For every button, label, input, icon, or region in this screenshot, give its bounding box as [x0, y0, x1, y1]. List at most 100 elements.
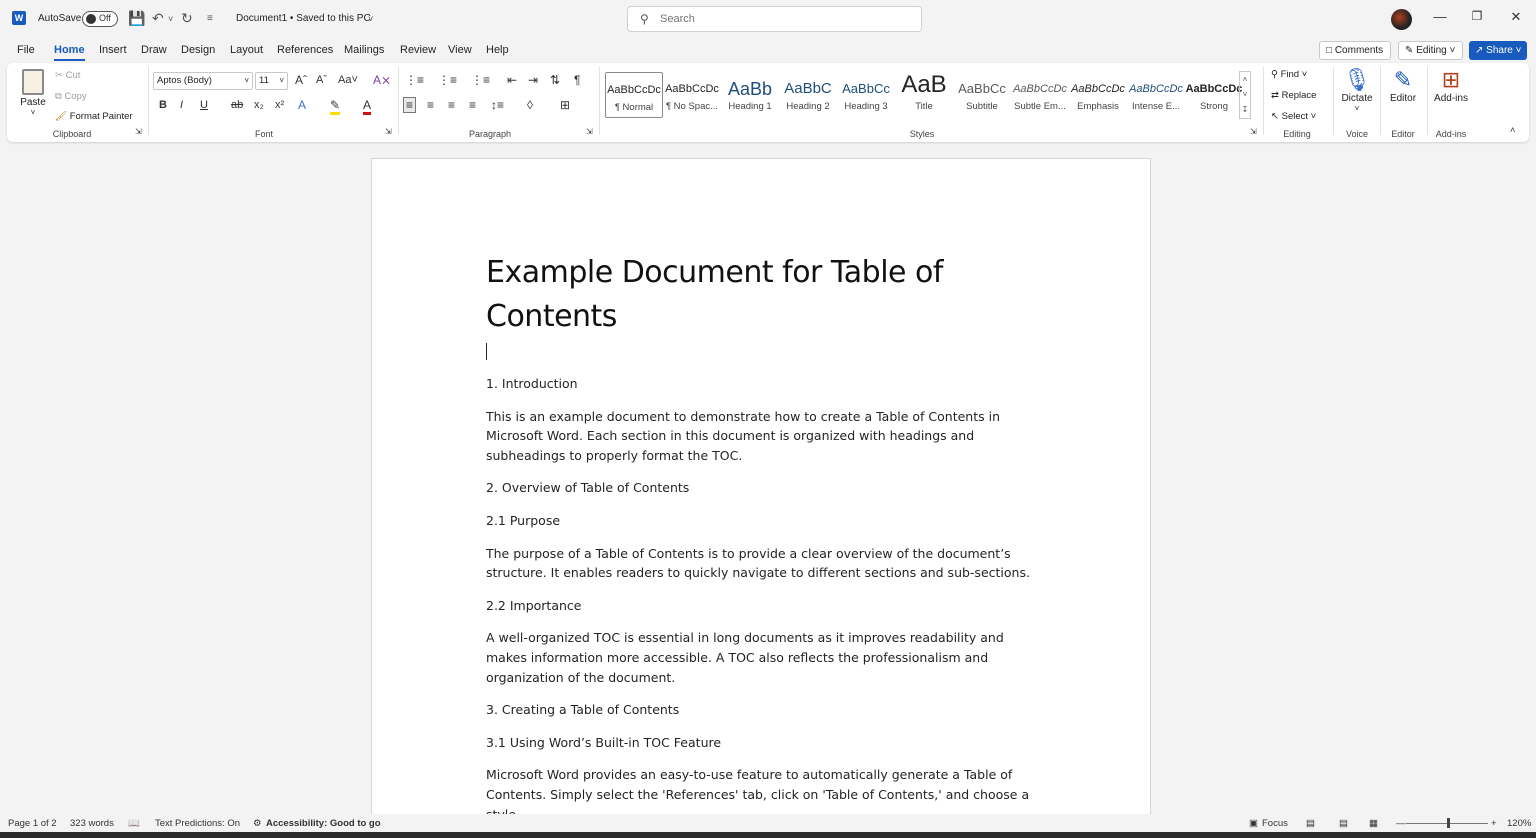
align-right-icon[interactable]: ≡ — [448, 98, 455, 112]
style-strong[interactable]: AaBbCcDc Strong — [1185, 72, 1243, 118]
sort-icon[interactable]: ⇅ — [550, 73, 560, 87]
style-heading-2[interactable]: AaBbC Heading 2 — [779, 72, 837, 118]
page-count[interactable]: Page 1 of 2 — [8, 818, 57, 829]
text-predictions-status[interactable]: Text Predictions: On — [155, 818, 240, 829]
bullets-icon[interactable]: ⋮≡ — [405, 73, 424, 87]
italic-icon[interactable]: I — [180, 99, 183, 111]
redo-icon[interactable]: ↻ — [181, 10, 193, 27]
decrease-indent-icon[interactable]: ⇤ — [507, 73, 517, 87]
style-heading-1[interactable]: AaBb Heading 1 — [721, 72, 779, 118]
zoom-level[interactable]: 120% — [1507, 818, 1531, 829]
superscript-icon[interactable]: x² — [275, 99, 284, 111]
style-intense-emphasis[interactable]: AaBbCcDc Intense E... — [1127, 72, 1185, 118]
copy-button[interactable]: ⧉ Copy — [55, 91, 87, 102]
style-heading-3[interactable]: AaBbCc Heading 3 — [837, 72, 895, 118]
editor-button[interactable]: ✎ Editor — [1385, 67, 1421, 104]
zoom-in-icon[interactable]: + — [1491, 818, 1497, 829]
highlight-icon[interactable]: ✎ — [330, 98, 341, 115]
underline-icon[interactable]: U — [200, 99, 208, 111]
addins-button[interactable]: ⊞ Add-ins — [1431, 67, 1471, 104]
comments-button[interactable]: □ Comments — [1319, 41, 1391, 60]
share-button[interactable]: ↗ Share ˅ — [1469, 41, 1527, 60]
grow-font-icon[interactable]: Aˆ — [295, 73, 307, 87]
restore-icon[interactable]: ❐ — [1467, 9, 1487, 23]
dialog-launcher-icon[interactable]: ⇲ — [135, 127, 142, 136]
book-icon[interactable]: 📖 — [128, 818, 140, 829]
style-no-spacing[interactable]: AaBbCcDc ¶ No Spac... — [663, 72, 721, 118]
tab-review[interactable]: Review — [400, 44, 436, 56]
tab-draw[interactable]: Draw — [141, 44, 167, 56]
font-family-select[interactable]: Aptos (Body) ˅ — [153, 72, 253, 90]
document-page[interactable]: Example Document for Table of Contents 1… — [371, 158, 1151, 830]
tab-references[interactable]: References — [277, 44, 333, 56]
search-box[interactable]: ⚲ — [627, 6, 922, 32]
styles-scroll[interactable]: ˄ ˅ ↧ — [1239, 71, 1251, 119]
word-count[interactable]: 323 words — [70, 818, 114, 829]
font-color-icon[interactable]: A — [363, 98, 372, 115]
bold-icon[interactable]: B — [159, 99, 167, 111]
align-center-icon[interactable]: ≡ — [427, 98, 434, 112]
tab-help[interactable]: Help — [486, 44, 509, 56]
font-size-select[interactable]: 11 ˅ — [255, 72, 288, 90]
paste-button[interactable]: Paste ˅ — [17, 69, 49, 117]
style-subtle-emphasis[interactable]: AaBbCcDc Subtle Em... — [1011, 72, 1069, 118]
tab-layout[interactable]: Layout — [230, 44, 263, 56]
clear-formatting-icon[interactable]: A⨯ — [373, 73, 391, 87]
style-normal[interactable]: AaBbCcDc ¶ Normal — [605, 72, 663, 118]
tab-insert[interactable]: Insert — [99, 44, 127, 56]
dialog-launcher-icon[interactable]: ⇲ — [1250, 127, 1257, 136]
multilevel-list-icon[interactable]: ⋮≡ — [471, 73, 490, 87]
line-spacing-icon[interactable]: ↕≡ — [491, 98, 504, 112]
close-icon[interactable]: ✕ — [1506, 9, 1526, 25]
style-title[interactable]: AaB Title — [895, 72, 953, 118]
cut-button[interactable]: ✂ Cut — [55, 70, 80, 81]
dictate-button[interactable]: 🎙 Dictate ˅ — [1337, 67, 1377, 113]
find-button[interactable]: ⚲ Find ˅ — [1271, 69, 1307, 80]
undo-dropdown-icon[interactable]: ˅ — [168, 14, 173, 24]
autosave-toggle[interactable]: Off — [82, 11, 118, 27]
zoom-out-icon[interactable]: — — [1396, 818, 1406, 829]
strikethrough-icon[interactable]: ab — [231, 99, 243, 111]
save-icon[interactable]: 💾 — [128, 10, 145, 27]
accessibility-status[interactable]: Accessibility: Good to go — [266, 818, 381, 829]
align-left-icon[interactable]: ≡ — [403, 97, 417, 113]
undo-icon[interactable]: ↶ — [152, 10, 164, 27]
search-input[interactable] — [660, 11, 910, 27]
focus-button[interactable]: Focus — [1262, 818, 1288, 829]
editing-mode-button[interactable]: ✎ Editing ˅ — [1398, 41, 1463, 60]
tab-home[interactable]: Home — [54, 44, 85, 61]
tab-mailings[interactable]: Mailings — [344, 44, 384, 56]
replace-button[interactable]: ⇄ Replace — [1271, 90, 1316, 101]
shrink-font-icon[interactable]: Aˇ — [316, 74, 327, 86]
subscript-icon[interactable]: x₂ — [254, 99, 264, 111]
tab-file[interactable]: File — [17, 44, 35, 56]
justify-icon[interactable]: ≡ — [469, 98, 476, 112]
format-painter-button[interactable]: 🖌 Format Painter — [55, 111, 133, 122]
borders-icon[interactable]: ⊞ — [560, 98, 570, 112]
read-mode-icon[interactable]: ▤ — [1306, 818, 1315, 829]
document-title[interactable]: Document1 • Saved to this PC — [236, 13, 371, 24]
customize-toolbar-icon[interactable]: ≡ — [207, 13, 213, 24]
shading-icon[interactable]: ◊ — [527, 98, 533, 112]
heading-overview: 2. Overview of Table of Contents — [486, 480, 690, 496]
style-subtitle[interactable]: AaBbCc Subtitle — [953, 72, 1011, 118]
chevron-down-icon[interactable]: ˅ — [368, 14, 373, 24]
tab-view[interactable]: View — [448, 44, 472, 56]
increase-indent-icon[interactable]: ⇥ — [528, 73, 538, 87]
change-case-icon[interactable]: Aa˅ — [338, 74, 358, 86]
zoom-slider-thumb[interactable] — [1447, 818, 1450, 828]
tab-design[interactable]: Design — [181, 44, 215, 56]
collapse-ribbon-icon[interactable]: ˄ — [1510, 125, 1515, 135]
dialog-launcher-icon[interactable]: ⇲ — [586, 127, 593, 136]
numbering-icon[interactable]: ⋮≡ — [438, 73, 457, 87]
minimize-icon[interactable]: — — [1430, 9, 1450, 24]
dialog-launcher-icon[interactable]: ⇲ — [385, 127, 392, 136]
select-button[interactable]: ↖ Select ˅ — [1271, 111, 1316, 122]
text-effects-icon[interactable]: A — [298, 98, 306, 112]
web-layout-icon[interactable]: ▦ — [1369, 818, 1378, 829]
avatar[interactable] — [1391, 9, 1412, 30]
style-emphasis[interactable]: AaBbCcDc Emphasis — [1069, 72, 1127, 118]
style-name: Emphasis — [1077, 101, 1119, 112]
print-layout-icon[interactable]: ▤ — [1339, 818, 1348, 829]
show-formatting-icon[interactable]: ¶ — [574, 73, 580, 87]
